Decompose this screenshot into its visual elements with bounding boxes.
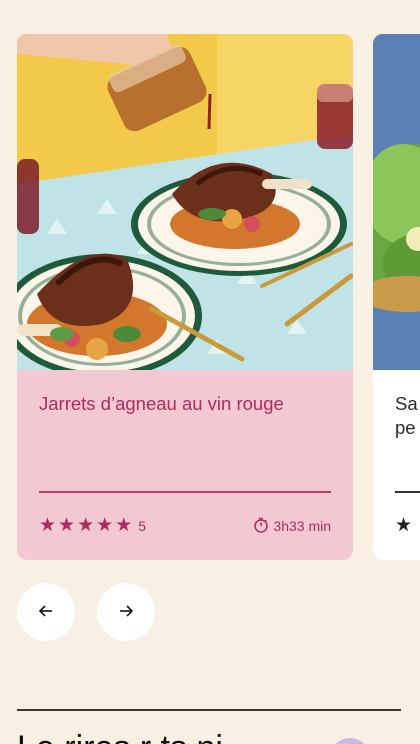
star-icon: ★ xyxy=(395,515,413,536)
recipe-image xyxy=(373,34,420,370)
arrow-right-icon xyxy=(118,603,134,622)
star-icon: ★ xyxy=(58,515,76,536)
arrow-left-icon xyxy=(38,603,54,622)
rating-stars: ★ xyxy=(395,515,413,536)
recipe-title-line: pe xyxy=(395,417,416,438)
card-divider xyxy=(395,491,420,493)
section-heading: Le rires r ts ni... xyxy=(17,728,251,744)
stopwatch-icon xyxy=(253,517,269,536)
star-icon: ★ xyxy=(115,515,133,536)
star-icon: ★ xyxy=(77,515,95,536)
star-icon: ★ xyxy=(39,515,57,536)
cook-time-value: 3h33 min xyxy=(273,518,331,534)
recipe-carousel: Jarrets d’agneau au vin rouge ★ ★ ★ ★ ★ … xyxy=(0,0,420,570)
recipe-card-body: Jarrets d’agneau au vin rouge ★ ★ ★ ★ ★ … xyxy=(17,370,353,560)
rating-stars: ★ ★ ★ ★ ★ 5 xyxy=(39,515,147,536)
star-icon: ★ xyxy=(96,515,114,536)
recipe-title-line: Sa xyxy=(395,393,418,414)
recipe-title[interactable]: Jarrets d’agneau au vin rouge xyxy=(39,392,331,488)
recipe-card-body: Sa pe ★ xyxy=(373,370,420,560)
carousel-prev-button[interactable] xyxy=(17,583,75,641)
carousel-next-button[interactable] xyxy=(97,583,155,641)
rating-value: 5 xyxy=(138,518,147,534)
cook-time: 3h33 min xyxy=(253,517,331,536)
recipe-card[interactable]: Jarrets d’agneau au vin rouge ★ ★ ★ ★ ★ … xyxy=(17,34,353,560)
recipe-card[interactable]: Sa pe ★ xyxy=(373,34,420,560)
recipe-meta: ★ ★ ★ ★ ★ 5 3h33 min xyxy=(39,516,331,536)
section-divider xyxy=(17,709,401,711)
section-badge xyxy=(330,738,370,744)
card-divider xyxy=(39,491,331,493)
recipe-image xyxy=(17,34,353,370)
recipe-meta: ★ xyxy=(395,516,420,536)
recipe-title[interactable]: Sa pe xyxy=(395,392,420,488)
